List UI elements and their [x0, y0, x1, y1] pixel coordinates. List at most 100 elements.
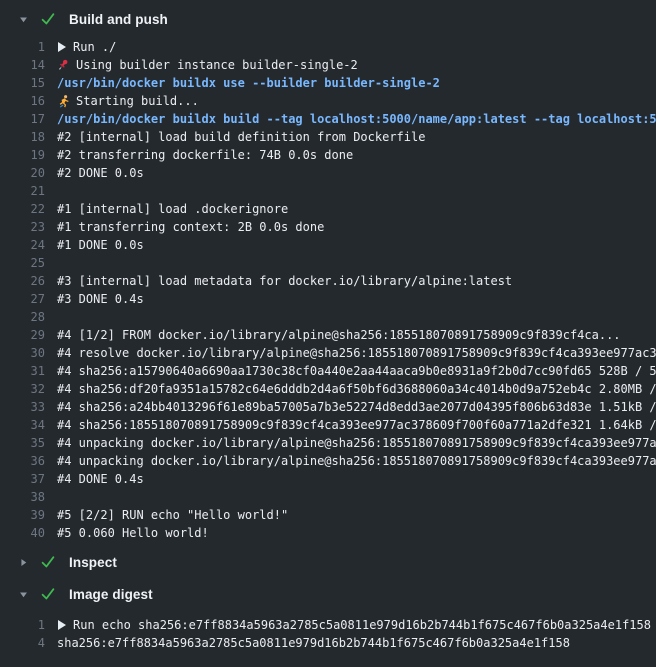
- line-number[interactable]: 39: [0, 506, 45, 524]
- log-line: 19 #2 transferring dockerfile: 74B 0.0s d…: [0, 146, 656, 164]
- section-title: Inspect: [69, 555, 117, 570]
- log-text: /usr/bin/docker buildx build --tag local…: [57, 110, 656, 128]
- log-line: 27 #3 DONE 0.4s: [0, 290, 656, 308]
- chevron-right-icon[interactable]: [17, 557, 29, 568]
- section-header-inspect[interactable]: Inspect: [0, 552, 656, 572]
- log-text: #5 0.060 Hello world!: [57, 524, 656, 542]
- line-number[interactable]: 1: [0, 616, 45, 634]
- log-line: 22 #1 [internal] load .dockerignore: [0, 200, 656, 218]
- runner-icon: [57, 94, 70, 108]
- line-number[interactable]: 23: [0, 218, 45, 236]
- log-text: #4 sha256:a24bb4013296f61e89ba57005a7b3e…: [57, 398, 656, 416]
- log-section-build-and-push: Build and push 1Run ./14Using builder in…: [0, 9, 656, 542]
- log-line: 34 #4 sha256:185518070891758909c9f839cf4c…: [0, 416, 656, 434]
- log-text: #2 DONE 0.0s: [57, 164, 656, 182]
- line-number[interactable]: 17: [0, 110, 45, 128]
- log-text: #4 sha256:185518070891758909c9f839cf4ca3…: [57, 416, 656, 434]
- log-text: Run echo sha256:e7ff8834a5963a2785c5a081…: [57, 616, 656, 634]
- log-text: /usr/bin/docker buildx use --builder bui…: [57, 74, 656, 92]
- log-line: 39 #5 [2/2] RUN echo "Hello world!": [0, 506, 656, 524]
- line-number[interactable]: 21: [0, 182, 45, 200]
- chevron-down-icon[interactable]: [17, 589, 29, 600]
- log-section-image-digest: Image digest 1 Run echo sha256:e7ff8834a5…: [0, 584, 656, 652]
- section-header-image-digest[interactable]: Image digest: [0, 584, 656, 604]
- log-text: #3 DONE 0.4s: [57, 290, 656, 308]
- check-icon: [40, 586, 56, 602]
- line-number[interactable]: 38: [0, 488, 45, 506]
- log-line: 20 #2 DONE 0.0s: [0, 164, 656, 182]
- play-icon[interactable]: [57, 41, 67, 53]
- log-text: #2 transferring dockerfile: 74B 0.0s don…: [57, 146, 656, 164]
- log-lines-build-and-push: 1Run ./14Using builder instance builder-…: [0, 38, 656, 542]
- section-title: Image digest: [69, 587, 153, 602]
- log-line: 17/usr/bin/docker buildx build --tag loc…: [0, 110, 656, 128]
- log-text: #5 [2/2] RUN echo "Hello world!": [57, 506, 656, 524]
- chevron-down-icon[interactable]: [17, 14, 29, 25]
- check-icon: [40, 11, 56, 27]
- play-icon[interactable]: [57, 619, 67, 631]
- log-text: #4 unpacking docker.io/library/alpine@sh…: [57, 434, 656, 452]
- line-number[interactable]: 37: [0, 470, 45, 488]
- log-section-inspect: Inspect: [0, 552, 656, 572]
- log-line: 30 #4 resolve docker.io/library/alpine@sh…: [0, 344, 656, 362]
- line-number[interactable]: 16: [0, 92, 45, 110]
- line-number[interactable]: 1: [0, 38, 45, 56]
- log-text: #4 [1/2] FROM docker.io/library/alpine@s…: [57, 326, 656, 344]
- log-line: 1 Run echo sha256:e7ff8834a5963a2785c5a08…: [0, 616, 656, 634]
- log-text: #4 DONE 0.4s: [57, 470, 656, 488]
- check-icon: [40, 554, 56, 570]
- log-line: 21: [0, 182, 656, 200]
- section-title: Build and push: [69, 12, 168, 27]
- line-number[interactable]: 25: [0, 254, 45, 272]
- line-number[interactable]: 26: [0, 272, 45, 290]
- line-number[interactable]: 27: [0, 290, 45, 308]
- line-number[interactable]: 14: [0, 56, 45, 74]
- line-number[interactable]: 36: [0, 452, 45, 470]
- line-number[interactable]: 22: [0, 200, 45, 218]
- line-number[interactable]: 24: [0, 236, 45, 254]
- workflow-log-viewer: Build and push 1Run ./14Using builder in…: [0, 9, 656, 652]
- log-text: #4 unpacking docker.io/library/alpine@sh…: [57, 452, 656, 470]
- section-header-build-and-push[interactable]: Build and push: [0, 9, 656, 29]
- line-number[interactable]: 32: [0, 380, 45, 398]
- log-text: #2 [internal] load build definition from…: [57, 128, 656, 146]
- log-line: 4 sha256:e7ff8834a5963a2785c5a0811e979d16…: [0, 634, 656, 652]
- log-line: 24 #1 DONE 0.0s: [0, 236, 656, 254]
- line-number[interactable]: 31: [0, 362, 45, 380]
- log-line: 16 Starting build...: [0, 92, 656, 110]
- line-number[interactable]: 29: [0, 326, 45, 344]
- line-number[interactable]: 20: [0, 164, 45, 182]
- log-text: #3 [internal] load metadata for docker.i…: [57, 272, 656, 290]
- log-text: Starting build...: [57, 92, 656, 110]
- log-line: 1 Run ./: [0, 38, 656, 56]
- log-text: #1 DONE 0.0s: [57, 236, 656, 254]
- log-line: 23 #1 transferring context: 2B 0.0s done: [0, 218, 656, 236]
- line-number[interactable]: 35: [0, 434, 45, 452]
- line-number[interactable]: 18: [0, 128, 45, 146]
- line-number[interactable]: 40: [0, 524, 45, 542]
- log-line: 26 #3 [internal] load metadata for docker…: [0, 272, 656, 290]
- log-text: #1 transferring context: 2B 0.0s done: [57, 218, 656, 236]
- line-number[interactable]: 33: [0, 398, 45, 416]
- log-line: 31#4 sha256:a15790640a6690aa1730c38cf0a4…: [0, 362, 656, 380]
- log-lines-image-digest: 1 Run echo sha256:e7ff8834a5963a2785c5a08…: [0, 616, 656, 652]
- line-number[interactable]: 28: [0, 308, 45, 326]
- pushpin-icon: [57, 58, 70, 72]
- log-text: Run ./: [57, 38, 656, 56]
- log-text: sha256:e7ff8834a5963a2785c5a0811e979d16b…: [57, 634, 656, 652]
- log-line: 37 #4 DONE 0.4s: [0, 470, 656, 488]
- log-line: 15/usr/bin/docker buildx use --builder b…: [0, 74, 656, 92]
- log-text: #1 [internal] load .dockerignore: [57, 200, 656, 218]
- log-line: 28: [0, 308, 656, 326]
- line-number[interactable]: 34: [0, 416, 45, 434]
- log-text: #4 resolve docker.io/library/alpine@sha2…: [57, 344, 656, 362]
- line-number[interactable]: 4: [0, 634, 45, 652]
- line-number[interactable]: 30: [0, 344, 45, 362]
- line-number[interactable]: 19: [0, 146, 45, 164]
- log-text: #4 sha256:df20fa9351a15782c64e6dddb2d4a6…: [57, 380, 656, 398]
- log-line: 25: [0, 254, 656, 272]
- line-number[interactable]: 15: [0, 74, 45, 92]
- log-line: 18 #2 [internal] load build definition fr…: [0, 128, 656, 146]
- log-line: 32 #4 sha256:df20fa9351a15782c64e6dddb2d4…: [0, 380, 656, 398]
- log-line: 38: [0, 488, 656, 506]
